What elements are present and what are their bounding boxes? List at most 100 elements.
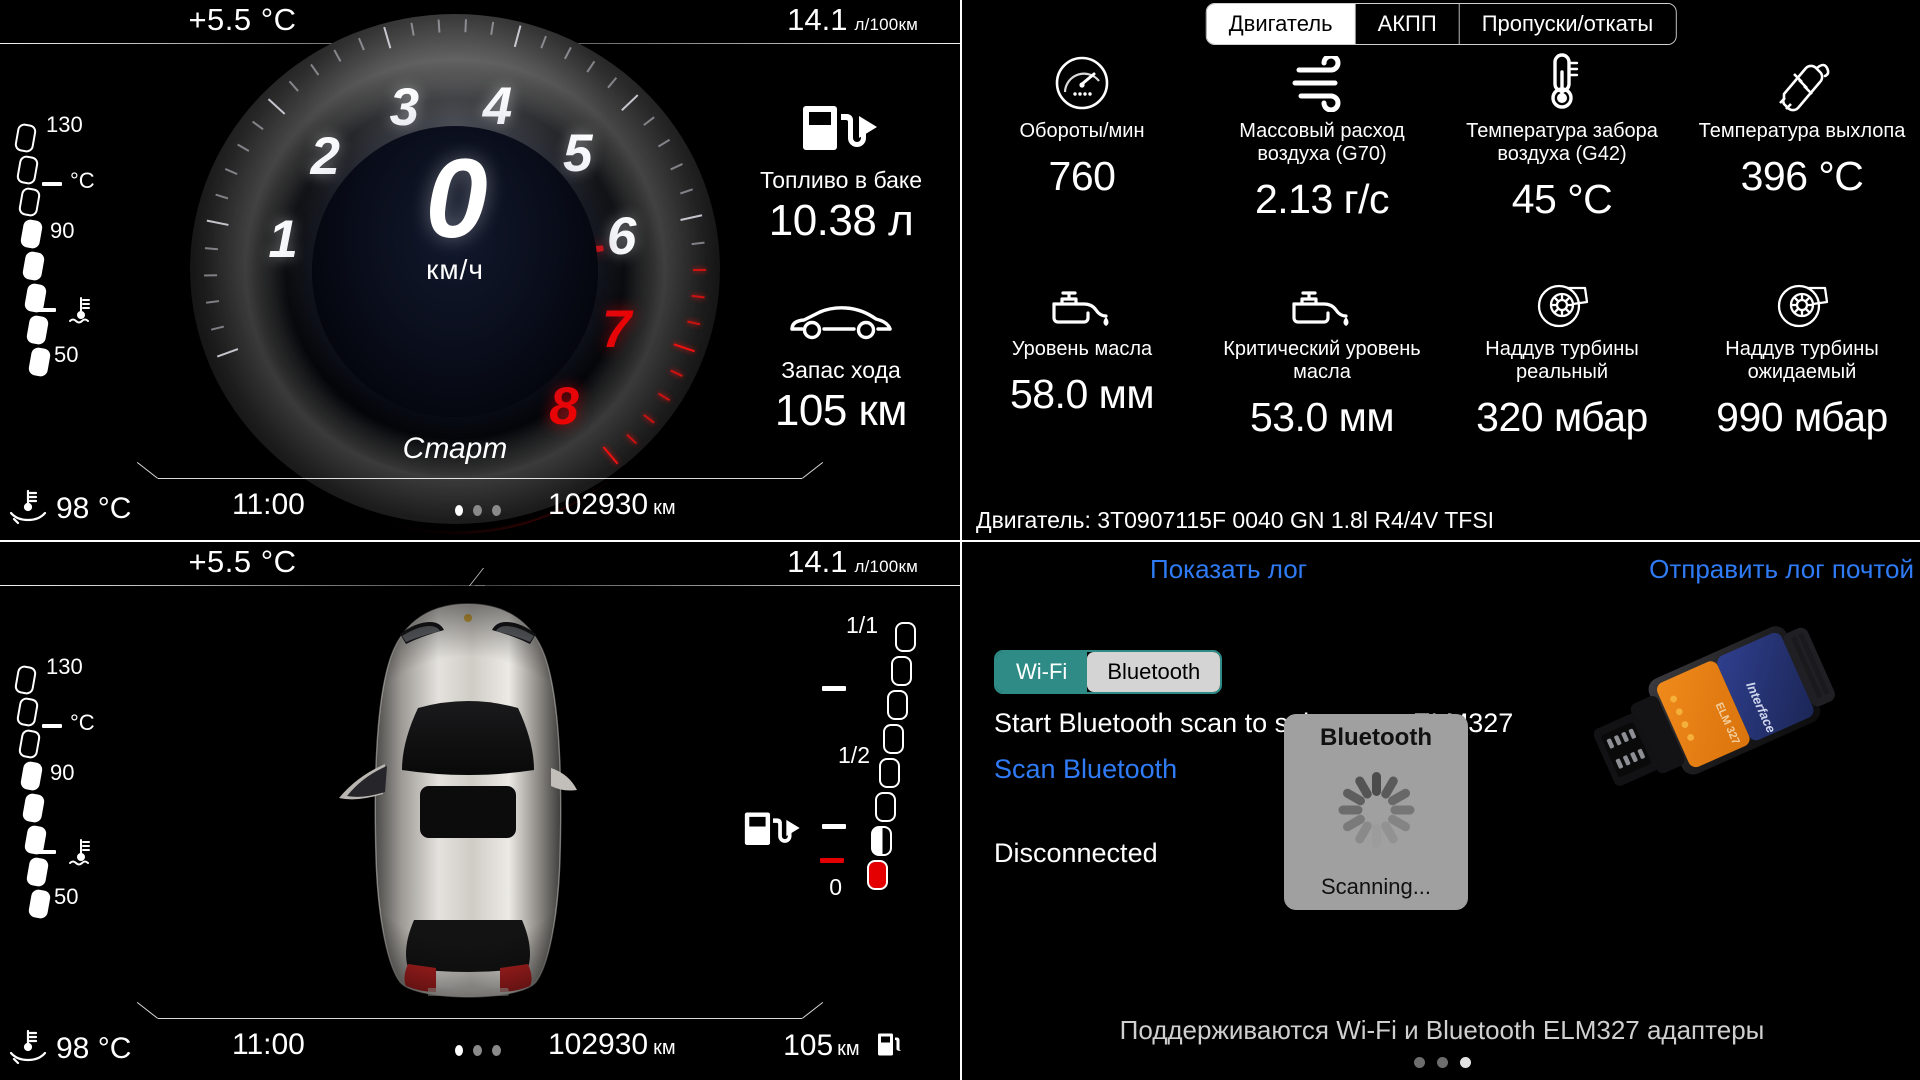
bluetooth-scanning-dialog: Bluetooth Scanning... [1284, 714, 1468, 910]
coolant-dash-upper-2 [42, 724, 62, 728]
page-indicator-dots[interactable] [455, 505, 501, 516]
obd-cell-value: 320 мбар [1476, 394, 1648, 440]
spinner-icon [1334, 768, 1418, 852]
fuel-label-full: 1/1 [846, 612, 878, 638]
obd-cell-label: Наддув турбины ожидаемый [1725, 338, 1879, 383]
range-bottom-unit: км [837, 1038, 860, 1060]
obd-tab-bar[interactable]: Двигатель АКПП Пропуски/откаты [1205, 3, 1677, 45]
fuel-consumption: 14.1 л/100км [787, 2, 918, 38]
obd-cell-value: 2.13 г/с [1254, 176, 1390, 222]
fuel-level-gauge: 1/1 1/2 0 [724, 612, 934, 978]
fuel-in-tank-block: Топливо в баке 10.38 л [736, 100, 946, 246]
spinner-blade [1371, 772, 1381, 796]
obd-cell-label: Уровень масла [1011, 338, 1153, 360]
clock: 11:00 [232, 488, 305, 521]
clock-2: 11:00 [232, 1028, 305, 1061]
car-side-icon [786, 306, 896, 348]
dashboard-screenshot: +5.5 °C 14.1 л/100км 130 °C 90 50 1 2 3 … [0, 0, 1920, 1080]
oil-can-icon [1288, 272, 1356, 330]
speed-readout: 0 км/ч [190, 135, 720, 286]
muffler-icon [1772, 54, 1832, 112]
coolant-dash-upper [42, 182, 62, 186]
fuel-in-tank-value: 10.38 л [768, 196, 914, 245]
speed-value: 0 [425, 135, 487, 261]
fuel-dash-upper [822, 686, 846, 691]
odometer-unit: км [653, 497, 676, 519]
oil-temp-icon [8, 488, 48, 529]
obd-cell-label: Критический уровень масла [1223, 338, 1421, 383]
obd-cell-label: Массовый расход воздуха (G70) [1239, 120, 1405, 165]
obd-tab-2[interactable]: Пропуски/откаты [1459, 4, 1676, 44]
fuel-pump-icon [797, 106, 885, 158]
obd-cell-6: Наддув турбины реальный 320 мбар [1442, 266, 1682, 484]
oil-can-icon [1048, 272, 1116, 330]
range-value: 105 км [774, 386, 908, 435]
car-top-view-image [268, 590, 668, 1010]
obd-cell-0: Обороты/мин 760 [962, 48, 1202, 266]
thermometer-icon [1540, 53, 1584, 112]
cluster-bottom-bar-2: 98 °C 11:00 102930 км 105 км [0, 1000, 960, 1080]
spinner-blade [1371, 824, 1381, 848]
ambient-temp-segment-2: +5.5 °C [0, 542, 485, 586]
obd-cell-value: 53.0 мм [1249, 394, 1395, 440]
bottom-bar-frame [158, 478, 802, 479]
obd-cell-value: 58.0 мм [1009, 371, 1155, 417]
obd-cell-label: Температура выхлопа [1698, 120, 1906, 142]
fuel-consumption-2: 14.1 л/100км [787, 544, 918, 580]
oil-temp-icon-2 [8, 1028, 48, 1069]
obd-parameter-grid: Обороты/мин 760 Массовый расход воздуха (G… [962, 48, 1920, 484]
send-log-email-link[interactable]: Отправить лог почтой [1649, 554, 1914, 585]
connection-type-toggle[interactable]: Wi-Fi Bluetooth [994, 650, 1223, 694]
odometer-value: 102930 [548, 488, 649, 521]
turbo-icon [1773, 272, 1831, 330]
consumption-segment-2: 14.1 л/100км [475, 542, 960, 586]
odometer-2: 102930 км [548, 1028, 676, 1062]
obd-cell-value: 990 мбар [1716, 394, 1888, 440]
coolant-temp-gauge: 130 °C 90 50 [8, 112, 158, 380]
scan-bluetooth-link[interactable]: Scan Bluetooth [994, 754, 1177, 785]
panel-page-dots[interactable] [962, 1057, 1920, 1068]
connection-status: Disconnected [994, 838, 1158, 868]
obd-engine-panel: Двигатель АКПП Пропуски/откаты Обороты/мин… [960, 0, 1920, 540]
coolant-unit: °C [70, 168, 95, 193]
instrument-cluster-car-view: +5.5 °C 14.1 л/100км 130 °C 90 50 1/1 1/… [0, 540, 960, 1080]
show-log-link[interactable]: Показать лог [1150, 554, 1307, 585]
coolant-thermo-icon [64, 292, 98, 332]
dialog-title: Bluetooth [1320, 724, 1432, 751]
obd-cell-label: Температура забора воздуха (G42) [1466, 120, 1658, 165]
odometer-unit-2: км [653, 1037, 676, 1059]
header-rule-left-2 [0, 585, 485, 586]
coolant-label-90: 90 [50, 218, 75, 243]
oil-temp-value-2: 98 °C [56, 1031, 132, 1065]
obd-tab-0[interactable]: Двигатель [1206, 4, 1356, 44]
spinner-blade [1338, 805, 1362, 815]
toggle-option-bluetooth[interactable]: Bluetooth [1087, 652, 1221, 692]
fuel-consumption-unit-2: л/100км [854, 557, 918, 576]
coolant-label-90-2: 90 [50, 760, 75, 785]
coolant-label-130-2: 130 [46, 654, 83, 679]
coolant-label-50-2: 50 [54, 884, 79, 909]
spinner-blade [1390, 805, 1414, 815]
fuel-consumption-value: 14.1 [787, 2, 848, 37]
bluetooth-connect-panel: Показать лог Отправить лог почтой Wi-Fi B… [960, 540, 1920, 1080]
oil-temp-value: 98 °C [56, 491, 132, 525]
range-bottom: 105 км [783, 1028, 902, 1068]
coolant-temp-gauge-2: 130 °C 90 50 [8, 654, 158, 922]
obd-cell-5: Критический уровень масла 53.0 мм [1202, 266, 1442, 484]
fuel-label-half: 1/2 [838, 742, 870, 768]
engine-info-text: Двигатель: 3T0907115F 0040 GN 1.8l R4/4V… [976, 507, 1495, 533]
fuel-pump-icon-3 [876, 1028, 902, 1068]
toggle-option-wi-fi[interactable]: Wi-Fi [996, 652, 1088, 692]
obd-cell-value: 45 °C [1511, 176, 1613, 222]
page-indicator-dots-2[interactable] [455, 1045, 501, 1056]
range-bottom-value: 105 [783, 1029, 834, 1062]
odometer: 102930 км [548, 488, 676, 522]
fuel-consumption-unit: л/100км [854, 15, 918, 34]
instrument-cluster-tachometer-view: +5.5 °C 14.1 л/100км 130 °C 90 50 1 2 3 … [0, 0, 960, 540]
coolant-label-130: 130 [46, 112, 83, 137]
cluster-header-2: +5.5 °C 14.1 л/100км [0, 542, 960, 588]
obd-cell-label: Наддув турбины реальный [1485, 338, 1639, 383]
tach-number-7: 7 [601, 299, 632, 359]
range-block: Запас хода 105 км [736, 298, 946, 436]
obd-tab-1[interactable]: АКПП [1355, 4, 1460, 44]
